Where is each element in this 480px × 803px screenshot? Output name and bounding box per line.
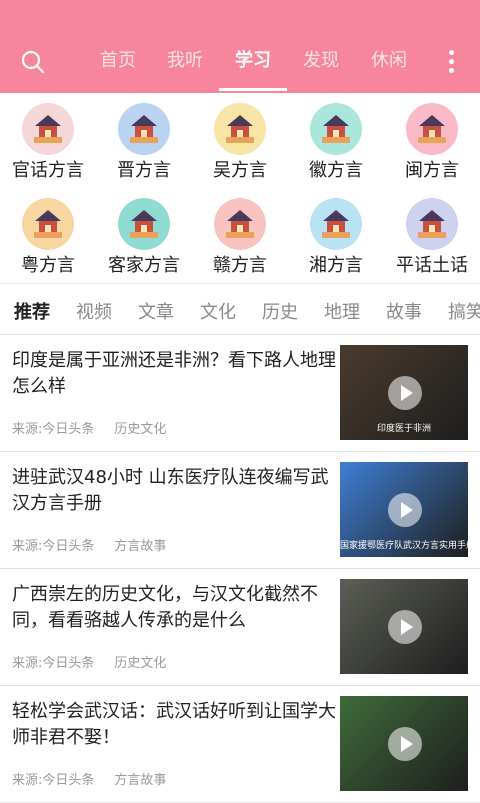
article-item[interactable]: 广西崇左的历史文化，与汉文化截然不同，看看骆越人传承的是什么来源:今日头条 历史文… bbox=[0, 568, 480, 686]
category-tab[interactable]: 推荐 bbox=[14, 298, 50, 324]
article-title[interactable]: 轻松学会武汉话：武汉话好听到让国学大师非君不娶！ bbox=[12, 699, 337, 751]
article-item[interactable]: 轻松学会武汉话：武汉话好听到让国学大师非君不娶！ 来源:今日头条 方言故事 bbox=[0, 685, 480, 803]
video-thumbnail[interactable] bbox=[340, 579, 468, 674]
more-menu-icon[interactable] bbox=[444, 48, 458, 74]
dialect-item[interactable]: 赣方言 bbox=[192, 198, 288, 278]
city-skyline-icon bbox=[118, 103, 170, 155]
play-icon[interactable] bbox=[388, 610, 422, 644]
dialect-label: 吴方言 bbox=[213, 160, 267, 181]
category-tab[interactable]: 地理 bbox=[324, 298, 360, 324]
hakka-roundhouse-icon bbox=[118, 198, 170, 250]
video-thumbnail[interactable]: 印度医于非洲 bbox=[340, 345, 468, 440]
dialect-item[interactable]: 晋方言 bbox=[96, 103, 192, 183]
dialect-item[interactable]: 闽方言 bbox=[384, 103, 480, 183]
tulou-icon bbox=[406, 103, 458, 155]
thumbnail-caption: 国家援鄂医疗队武汉方言实用手册 bbox=[340, 541, 468, 551]
top-header: 首页 我听 学习 发现 休闲 bbox=[0, 0, 480, 93]
deer-icon bbox=[406, 198, 458, 250]
article-meta: 来源:今日头条 历史文化 bbox=[12, 418, 186, 437]
play-icon[interactable] bbox=[388, 376, 422, 410]
article-tag: 历史文化 bbox=[114, 656, 167, 671]
pavilion-icon bbox=[214, 198, 266, 250]
dialect-label: 徽方言 bbox=[309, 160, 363, 181]
category-tab[interactable]: 故事 bbox=[386, 298, 422, 324]
video-thumbnail[interactable] bbox=[340, 696, 468, 791]
dialect-label: 粤方言 bbox=[21, 255, 75, 276]
yueyang-tower-icon bbox=[310, 198, 362, 250]
article-title[interactable]: 广西崇左的历史文化，与汉文化截然不同，看看骆越人传承的是什么 bbox=[12, 582, 337, 634]
dialect-label: 湘方言 bbox=[309, 255, 363, 276]
category-tab[interactable]: 搞笑 bbox=[448, 298, 480, 324]
temple-of-heaven-icon bbox=[22, 103, 74, 155]
category-tab[interactable]: 文化 bbox=[200, 298, 236, 324]
tab-listen[interactable]: 我听 bbox=[155, 48, 215, 74]
main-nav: 首页 我听 学习 发现 休闲 bbox=[0, 0, 480, 93]
category-tab[interactable]: 历史 bbox=[262, 298, 298, 324]
dialect-item[interactable]: 吴方言 bbox=[192, 103, 288, 183]
article-source: 来源:今日头条 bbox=[12, 539, 95, 554]
article-tag: 方言故事 bbox=[114, 773, 167, 788]
hui-architecture-icon bbox=[310, 103, 362, 155]
article-meta: 来源:今日头条 历史文化 bbox=[12, 652, 186, 671]
dialect-item[interactable]: 粤方言 bbox=[0, 198, 96, 278]
article-tag: 方言故事 bbox=[114, 539, 167, 554]
tab-leisure[interactable]: 休闲 bbox=[359, 48, 419, 74]
video-thumbnail[interactable]: 国家援鄂医疗队武汉方言实用手册 bbox=[340, 462, 468, 557]
category-tab[interactable]: 视频 bbox=[76, 298, 112, 324]
article-source: 来源:今日头条 bbox=[12, 773, 95, 788]
play-icon[interactable] bbox=[388, 727, 422, 761]
category-tab[interactable]: 文章 bbox=[138, 298, 174, 324]
dialect-item[interactable]: 官话方言 bbox=[0, 103, 96, 183]
canton-tower-icon bbox=[22, 198, 74, 250]
dialect-item[interactable]: 平话土话 bbox=[384, 198, 480, 278]
tab-study[interactable]: 学习 bbox=[223, 48, 283, 74]
article-title[interactable]: 印度是属于亚洲还是非洲？看下路人地理怎么样 bbox=[12, 348, 337, 400]
tab-discover[interactable]: 发现 bbox=[291, 48, 351, 74]
dialect-label: 赣方言 bbox=[213, 255, 267, 276]
dialect-item[interactable]: 客家方言 bbox=[96, 198, 192, 278]
article-source: 来源:今日头条 bbox=[12, 656, 95, 671]
thumbnail-caption: 印度医于非洲 bbox=[376, 424, 431, 434]
dialect-item[interactable]: 湘方言 bbox=[288, 198, 384, 278]
dialect-label: 闽方言 bbox=[405, 160, 459, 181]
tab-home[interactable]: 首页 bbox=[88, 48, 148, 74]
article-tag: 历史文化 bbox=[114, 422, 167, 437]
category-tabs: 推荐视频文章文化历史地理故事搞笑 bbox=[0, 283, 480, 335]
dialect-label: 晋方言 bbox=[117, 160, 171, 181]
article-meta: 来源:今日头条 方言故事 bbox=[12, 535, 186, 554]
article-item[interactable]: 印度是属于亚洲还是非洲？看下路人地理怎么样来源:今日头条 历史文化 印度医于非洲 bbox=[0, 334, 480, 452]
dialect-label: 官话方言 bbox=[12, 160, 84, 181]
article-meta: 来源:今日头条 方言故事 bbox=[12, 769, 186, 788]
dialect-label: 客家方言 bbox=[108, 255, 180, 276]
play-icon[interactable] bbox=[388, 493, 422, 527]
dialect-label: 平话土话 bbox=[396, 255, 468, 276]
active-tab-indicator bbox=[219, 88, 287, 91]
dialect-item[interactable]: 徽方言 bbox=[288, 103, 384, 183]
article-item[interactable]: 进驻武汉48小时 山东医疗队连夜编写武汉方言手册来源:今日头条 方言故事 国家援鄂医… bbox=[0, 451, 480, 569]
article-source: 来源:今日头条 bbox=[12, 422, 95, 437]
article-title[interactable]: 进驻武汉48小时 山东医疗队连夜编写武汉方言手册 bbox=[12, 465, 337, 517]
tower-skyline-icon bbox=[214, 103, 266, 155]
